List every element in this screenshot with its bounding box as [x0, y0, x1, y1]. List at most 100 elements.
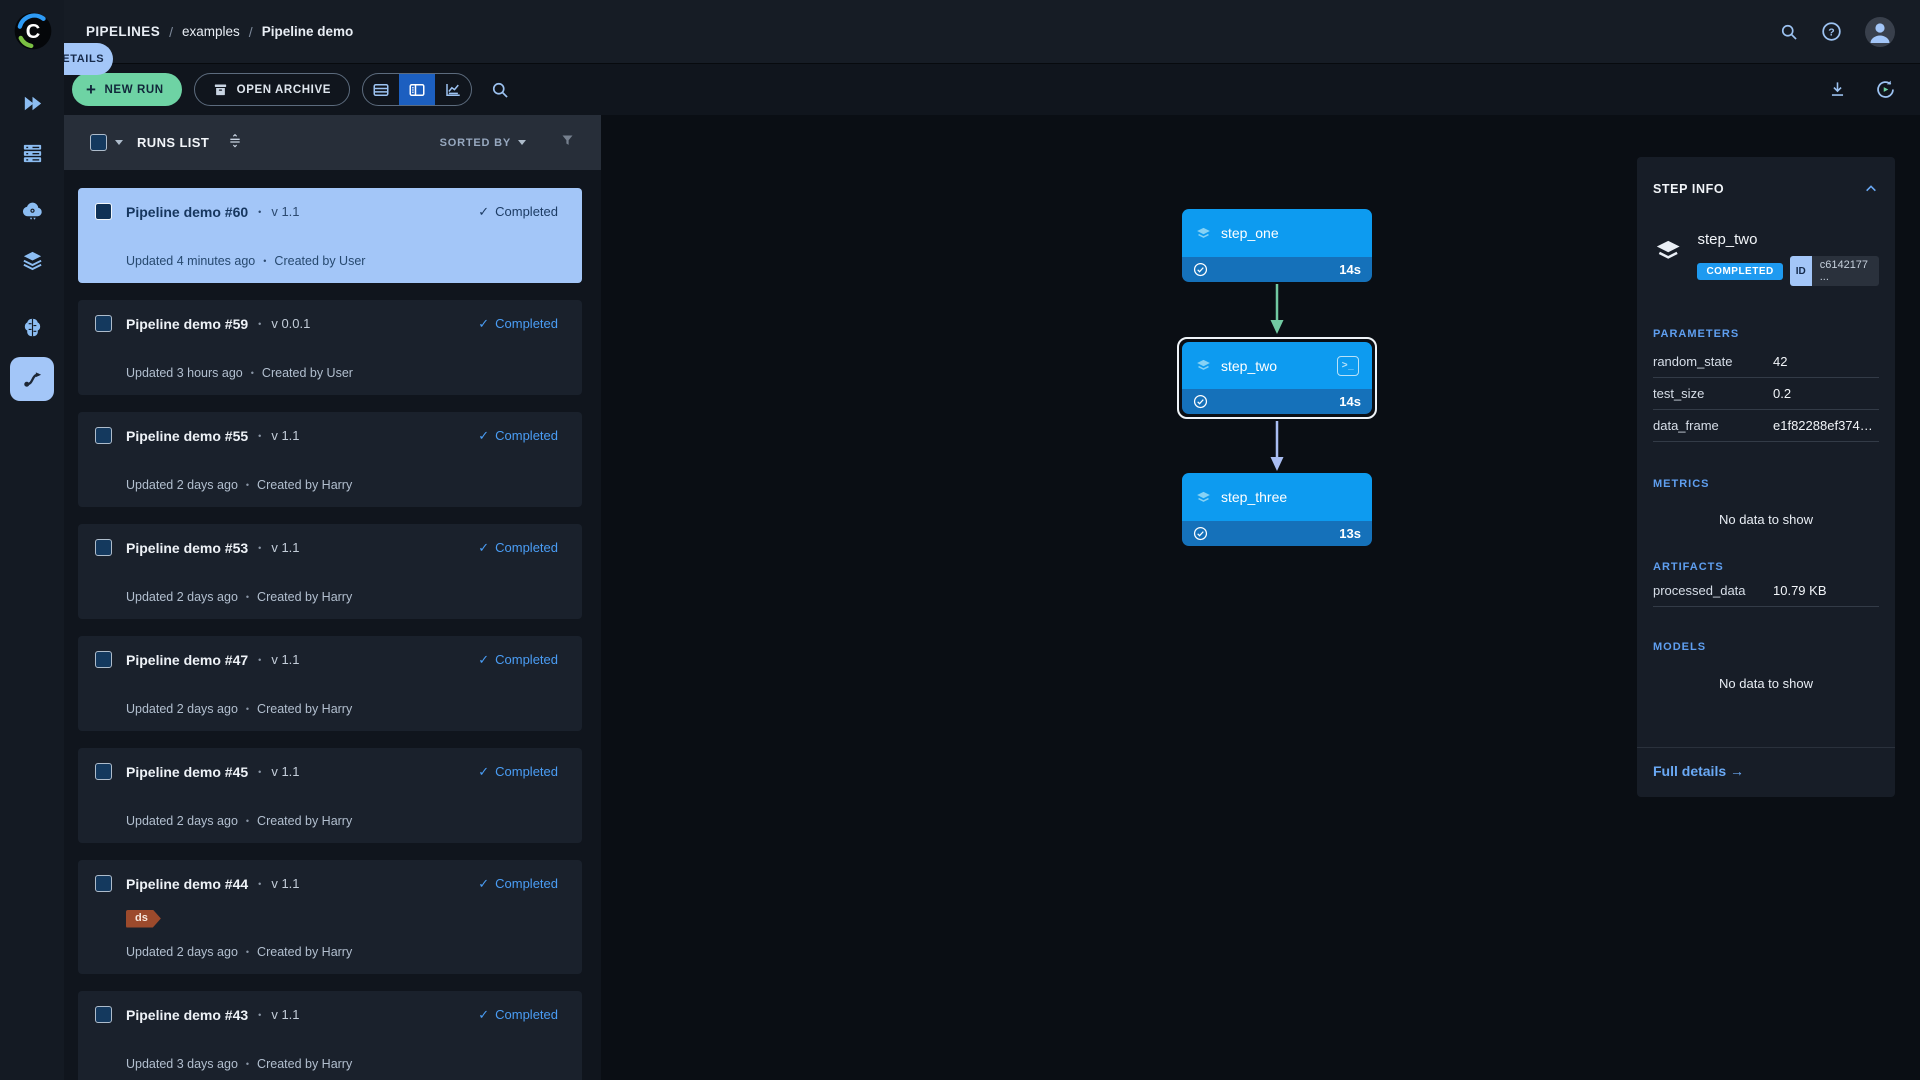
run-updated: Updated 3 hours ago — [126, 366, 243, 380]
models-section-label: MODELS — [1653, 641, 1879, 653]
parameter-row: test_size0.2 — [1653, 378, 1879, 410]
run-status: ✓ Completed — [478, 204, 558, 220]
run-checkbox[interactable] — [95, 203, 112, 220]
parameter-row: random_state42 — [1653, 346, 1879, 378]
run-meta: Updated 2 days ago • Created by Harry — [95, 702, 558, 716]
run-status: ✓ Completed — [478, 1007, 558, 1023]
run-meta: Updated 3 days ago • Created by Harry — [95, 1057, 558, 1071]
run-checkbox[interactable] — [95, 315, 112, 332]
run-meta: Updated 2 days ago • Created by Harry — [95, 590, 558, 604]
chevron-up-icon[interactable] — [1863, 181, 1879, 197]
full-details-link[interactable]: Full details → — [1653, 763, 1744, 779]
svg-text:C: C — [26, 21, 41, 43]
run-name: Pipeline demo #53 — [126, 540, 248, 556]
pipelines-icon — [21, 368, 44, 391]
dot-separator: • — [263, 256, 266, 266]
parameter-row: data_framee1f82288ef3747… — [1653, 410, 1879, 442]
run-card[interactable]: Pipeline demo #60 • v 1.1 ✓ Completed Up… — [78, 188, 582, 283]
cloud-gear-icon — [21, 199, 44, 222]
edge-step-one-to-two — [1269, 284, 1285, 336]
nav-item-datasets[interactable] — [12, 240, 52, 280]
run-checkbox[interactable] — [95, 651, 112, 668]
open-archive-button[interactable]: OPEN ARCHIVE — [194, 73, 350, 106]
dot-separator: • — [251, 368, 254, 378]
select-dropdown-caret[interactable] — [115, 140, 123, 145]
run-status: ✓ Completed — [478, 316, 558, 332]
run-checkbox[interactable] — [95, 763, 112, 780]
run-meta: Updated 2 days ago • Created by Harry — [95, 478, 558, 492]
run-version: v 1.1 — [271, 1007, 299, 1022]
left-nav-rail: C — [0, 0, 64, 1080]
run-tags: ds — [95, 910, 558, 928]
dag-node-step-three[interactable]: step_three 13s — [1182, 473, 1372, 546]
dot-separator: • — [246, 480, 249, 490]
breadcrumb-project[interactable]: examples — [182, 24, 240, 39]
run-updated: Updated 2 days ago — [126, 945, 238, 959]
run-checkbox[interactable] — [95, 875, 112, 892]
chart-view-icon — [444, 81, 462, 99]
run-card[interactable]: Pipeline demo #45 • v 1.1 ✓ Completed Up… — [78, 748, 582, 843]
run-updated: Updated 2 days ago — [126, 590, 238, 604]
run-card[interactable]: Pipeline demo #59 • v 0.0.1 ✓ Completed … — [78, 300, 582, 395]
nav-item-workers-queues[interactable] — [12, 132, 52, 172]
dot-separator: • — [246, 704, 249, 714]
run-checkbox[interactable] — [95, 427, 112, 444]
filter-button[interactable] — [560, 133, 575, 153]
run-version: v 1.1 — [271, 204, 299, 219]
check-icon: ✓ — [478, 428, 489, 444]
check-icon: ✓ — [478, 204, 489, 220]
person-icon — [1864, 16, 1896, 48]
metrics-section-label: METRICS — [1653, 478, 1879, 490]
user-avatar[interactable] — [1864, 16, 1896, 48]
run-checkbox[interactable] — [95, 539, 112, 556]
help-button[interactable]: ? — [1821, 21, 1842, 42]
run-creator: Created by User — [274, 254, 365, 268]
clearml-logo[interactable]: C — [12, 10, 54, 52]
global-search-button[interactable] — [1779, 22, 1799, 42]
collapse-rows-icon[interactable] — [227, 132, 243, 153]
select-all-checkbox[interactable] — [90, 134, 107, 151]
dag-node-step-two-selected[interactable]: step_two >_ 14s — [1177, 337, 1377, 419]
dot-separator: • — [246, 816, 249, 826]
run-name: Pipeline demo #45 — [126, 764, 248, 780]
sorted-by-control[interactable]: SORTED BY — [440, 137, 526, 149]
nav-item-pipelines[interactable] — [10, 357, 54, 401]
run-card[interactable]: Pipeline demo #47 • v 1.1 ✓ Completed Up… — [78, 636, 582, 731]
table-view-icon — [372, 81, 390, 99]
run-name: Pipeline demo #60 — [126, 204, 248, 220]
view-toggle-metrics[interactable] — [435, 74, 471, 105]
dot-separator: • — [258, 1010, 261, 1020]
run-meta: Updated 2 days ago • Created by Harry — [95, 945, 558, 959]
step-layers-icon — [1195, 357, 1212, 374]
run-name: Pipeline demo #59 — [126, 316, 248, 332]
run-status: ✓ Completed — [478, 540, 558, 556]
run-card[interactable]: Pipeline demo #53 • v 1.1 ✓ Completed Up… — [78, 524, 582, 619]
run-status: ✓ Completed — [478, 428, 558, 444]
runs-search-button[interactable] — [490, 80, 510, 100]
view-toggle-table[interactable] — [363, 74, 399, 105]
run-card[interactable]: Pipeline demo #43 • v 1.1 ✓ Completed Up… — [78, 991, 582, 1080]
nav-item-applications[interactable] — [12, 190, 52, 230]
download-button[interactable] — [1828, 80, 1847, 99]
run-checkbox[interactable] — [95, 1006, 112, 1023]
run-card[interactable]: Pipeline demo #44 • v 1.1 ✓ Completed ds… — [78, 860, 582, 974]
terminal-icon[interactable]: >_ — [1337, 356, 1359, 376]
breadcrumb-separator: / — [249, 24, 253, 40]
breadcrumb-root[interactable]: PIPELINES — [86, 24, 160, 39]
dag-node-step-one[interactable]: step_one 14s — [1182, 209, 1372, 282]
step-id-chip[interactable]: ID c6142177 ... — [1790, 256, 1879, 286]
new-run-button[interactable]: + NEW RUN — [72, 73, 182, 106]
dot-separator: • — [258, 543, 261, 553]
nav-item-models[interactable] — [12, 307, 52, 347]
run-card[interactable]: Pipeline demo #55 • v 1.1 ✓ Completed Up… — [78, 412, 582, 507]
chevron-down-icon — [518, 140, 526, 145]
breadcrumb-separator: / — [169, 24, 173, 40]
models-empty-text: No data to show — [1653, 676, 1879, 691]
check-circle-icon — [1193, 262, 1208, 277]
nav-item-getting-started[interactable] — [12, 83, 52, 123]
auto-refresh-button[interactable] — [1875, 79, 1896, 100]
breadcrumb-page: Pipeline demo — [262, 24, 354, 39]
view-toggle-split[interactable] — [399, 74, 435, 105]
run-creator: Created by Harry — [257, 590, 352, 604]
funnel-icon — [560, 133, 575, 148]
